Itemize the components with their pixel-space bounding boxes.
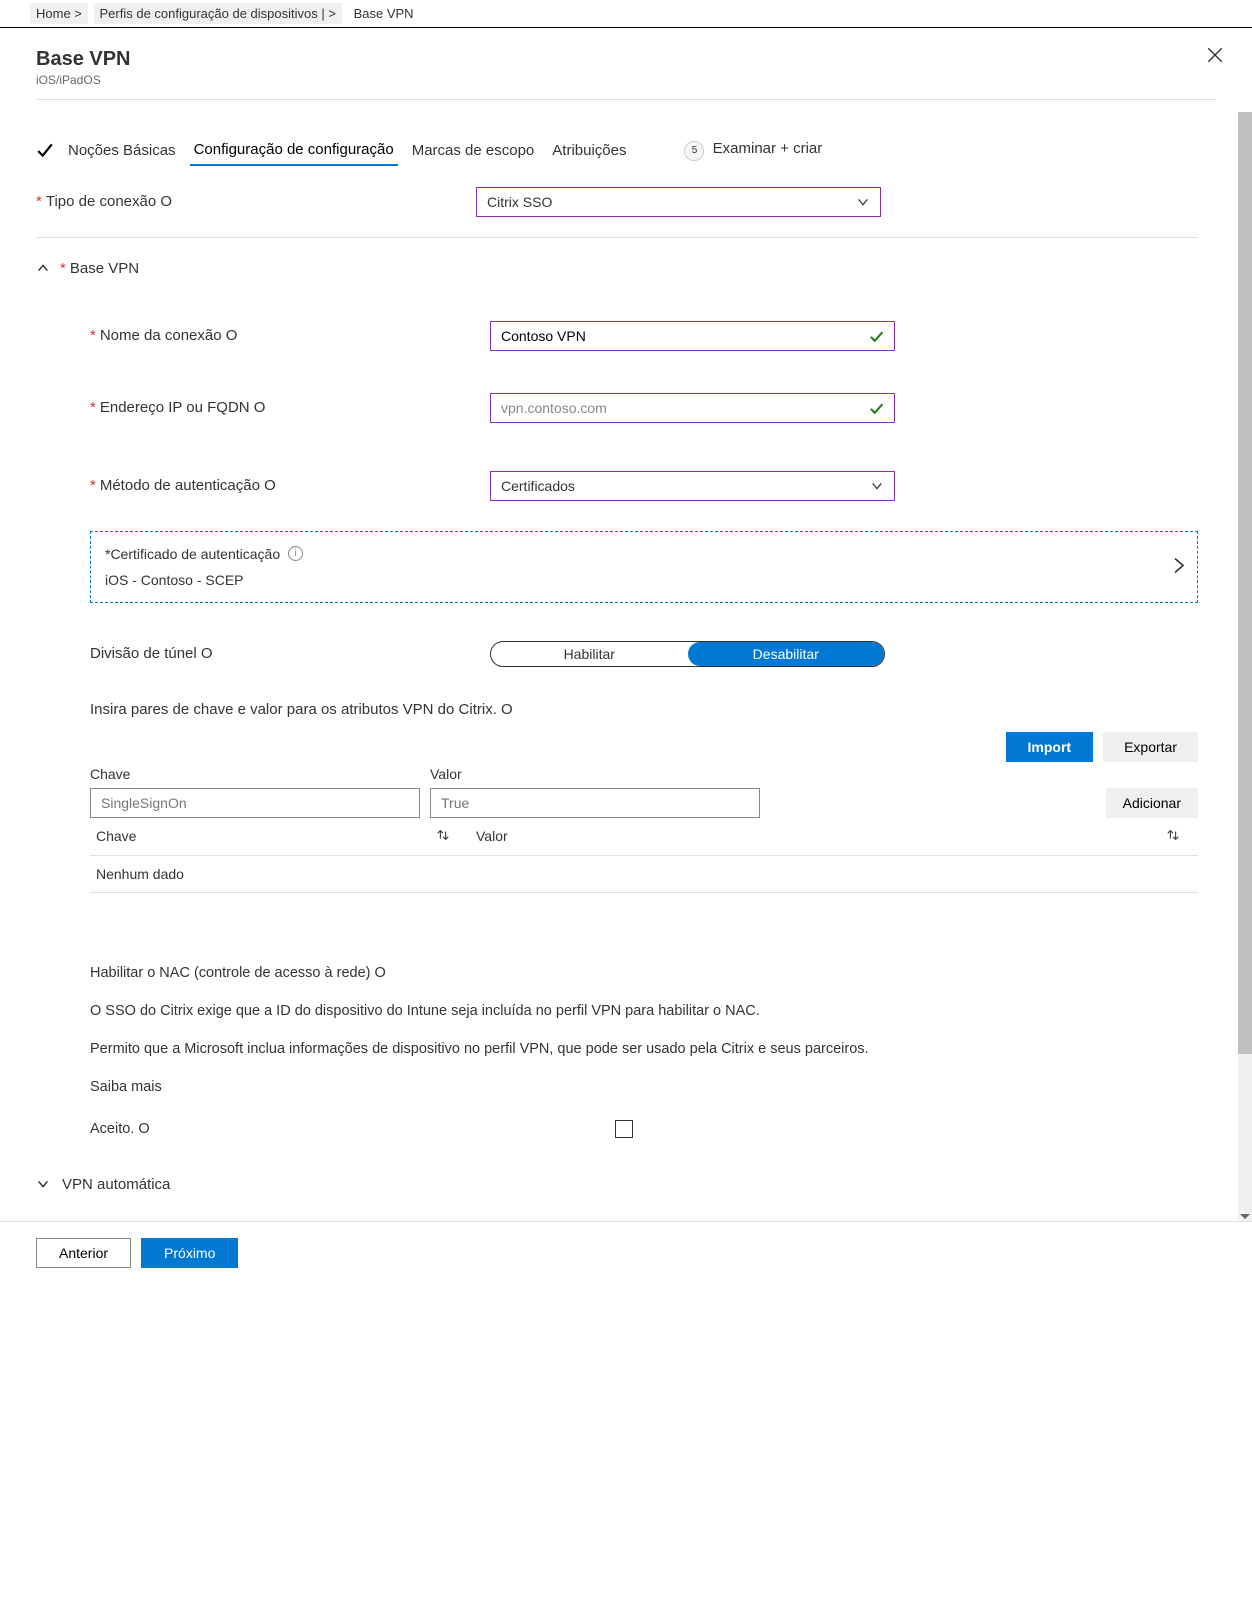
key-input[interactable]	[90, 788, 420, 818]
previous-button[interactable]: Anterior	[36, 1238, 131, 1268]
accept-checkbox[interactable]	[615, 1120, 633, 1138]
chevron-down-icon	[36, 1177, 50, 1191]
top-bar: Home > Perfis de configuração de disposi…	[0, 0, 1252, 28]
accept-label: Aceito. O	[90, 1121, 615, 1137]
auth-method-select[interactable]: Certificados	[490, 471, 895, 501]
value-column-label: Valor	[430, 766, 760, 782]
ip-fqdn-label: *Endereço IP ou FQDN O	[90, 399, 490, 416]
breadcrumb: Home > Perfis de configuração de disposi…	[0, 0, 1252, 27]
key-column-label: Chave	[90, 766, 420, 782]
connection-name-field[interactable]	[501, 328, 869, 344]
breadcrumb-item[interactable]: Home >	[30, 3, 88, 24]
valid-check-icon	[869, 400, 884, 416]
check-icon	[36, 141, 54, 159]
tab-assignments[interactable]: Atribuições	[548, 136, 630, 165]
sort-icon[interactable]	[1166, 828, 1180, 845]
tab-config[interactable]: Configuração de configuração	[190, 135, 398, 166]
scrollbar-thumb[interactable]	[1238, 112, 1252, 1054]
auto-vpn-label: VPN automática	[62, 1176, 170, 1193]
connection-name-input[interactable]	[490, 321, 895, 351]
connection-type-label: *Tipo de conexão O	[36, 193, 476, 210]
valid-check-icon	[869, 328, 884, 344]
auth-certificate-value: iOS - Contoso - SCEP	[105, 572, 1183, 588]
chevron-down-icon	[856, 195, 870, 209]
chevron-up-icon	[36, 261, 50, 275]
scrollbar-down-icon[interactable]	[1240, 1214, 1250, 1219]
footer: Anterior Próximo	[0, 1221, 1252, 1284]
table-header-value[interactable]: Valor	[476, 828, 508, 844]
table-header-key[interactable]: Chave	[96, 828, 136, 844]
close-icon	[1206, 46, 1224, 64]
nac-desc-1: O SSO do Citrix exige que a ID do dispos…	[90, 1001, 1198, 1021]
breadcrumb-item: Base VPN	[348, 3, 420, 24]
info-icon[interactable]: i	[288, 546, 303, 561]
next-button[interactable]: Próximo	[141, 1238, 238, 1268]
base-vpn-section-label: Base VPN	[70, 260, 139, 277]
tab-scope[interactable]: Marcas de escopo	[408, 136, 539, 165]
ip-fqdn-field[interactable]	[501, 400, 869, 416]
sort-icon[interactable]	[436, 828, 450, 845]
nac-heading: Habilitar o NAC (controle de acesso à re…	[90, 963, 1198, 983]
base-vpn-section-header[interactable]: *Base VPN	[36, 256, 1198, 281]
chevron-down-icon	[870, 479, 884, 493]
wizard-tabs: Noções Básicas Configuração de configura…	[36, 112, 1198, 175]
connection-type-value: Citrix SSO	[487, 194, 552, 210]
tunnel-enable-option[interactable]: Habilitar	[491, 642, 688, 666]
table-empty-row: Nenhum dado	[90, 855, 1198, 893]
tab-review[interactable]: 5 Examinar + criar	[680, 134, 826, 167]
learn-more-link[interactable]: Saiba mais	[90, 1077, 1198, 1097]
auth-certificate-selector[interactable]: *Certificado de autenticação i iOS - Con…	[90, 531, 1198, 603]
auth-method-value: Certificados	[501, 478, 575, 494]
tab-basics[interactable]: Noções Básicas	[64, 136, 180, 165]
ip-fqdn-input[interactable]	[490, 393, 895, 423]
citrix-kv-description: Insira pares de chave e valor para os at…	[90, 701, 1198, 718]
export-button[interactable]: Exportar	[1103, 732, 1198, 762]
breadcrumb-item[interactable]: Perfis de configuração de dispositivos |…	[94, 3, 342, 24]
step-5-badge: 5	[684, 141, 704, 161]
auto-vpn-section[interactable]: VPN automática	[36, 1168, 1198, 1201]
page-title: Base VPN	[36, 48, 1216, 71]
page-subtitle: iOS/iPadOS	[36, 73, 1216, 87]
connection-type-select[interactable]: Citrix SSO	[476, 187, 881, 217]
add-kv-button[interactable]: Adicionar	[1106, 788, 1198, 818]
close-button[interactable]	[1206, 46, 1224, 67]
value-input[interactable]	[430, 788, 760, 818]
import-button[interactable]: Import	[1006, 732, 1094, 762]
tab-review-label: Examinar + criar	[713, 140, 823, 157]
chevron-right-icon	[1173, 556, 1185, 577]
split-tunnel-toggle[interactable]: Habilitar Desabilitar	[490, 641, 885, 667]
nac-desc-2: Permito que a Microsoft inclua informaçõ…	[90, 1039, 1198, 1059]
connection-name-label: *Nome da conexão O	[90, 327, 490, 344]
tunnel-disable-option[interactable]: Desabilitar	[688, 642, 885, 666]
scrollbar[interactable]	[1238, 112, 1252, 1221]
auth-method-label: *Método de autenticação O	[90, 477, 490, 494]
split-tunnel-label: Divisão de túnel O	[90, 645, 490, 662]
page-header: Base VPN iOS/iPadOS	[0, 28, 1252, 112]
auth-certificate-label: *Certificado de autenticação	[105, 546, 280, 562]
